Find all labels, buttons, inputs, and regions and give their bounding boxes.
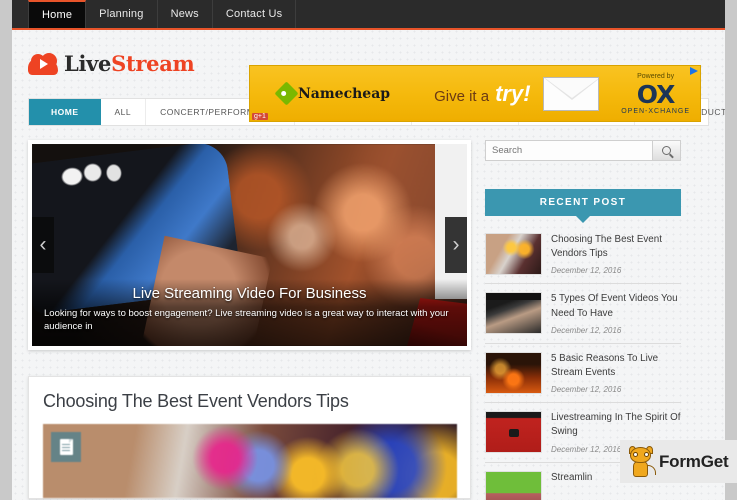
article-thumbnail: [43, 424, 457, 498]
slider-prev-glyph: ‹: [39, 233, 47, 256]
ad-network-badge: Powered by OX OPEN-XCHANGE: [621, 73, 690, 115]
post-body: 5 Types Of Event Videos You Need To Have…: [551, 292, 681, 334]
ad-network-name: OX: [636, 79, 676, 109]
formget-label: FormGet: [659, 451, 729, 471]
logo-text-stream: Stream: [111, 51, 195, 76]
post-thumbnail: [485, 233, 542, 275]
post-thumbnail: [485, 470, 542, 500]
topnav-label-home: Home: [42, 8, 73, 21]
topnav-item-home[interactable]: Home: [28, 0, 87, 28]
main-content: Live Streaming Video For Business Lookin…: [28, 140, 709, 500]
search-input[interactable]: [486, 141, 652, 160]
post-body: Choosing The Best Event Vendors Tips Dec…: [551, 233, 681, 275]
category-item-home[interactable]: HOME: [29, 99, 101, 125]
formget-watermark: FormGet: [620, 440, 737, 483]
ad-headline: Give it a try!: [434, 81, 530, 107]
list-item[interactable]: 5 Basic Reasons To Live Stream Events De…: [485, 344, 681, 404]
slider-next-arrow-icon[interactable]: ›: [445, 217, 467, 273]
search-box: [485, 140, 681, 161]
ad-advertiser-logo: Namecheap: [274, 81, 391, 106]
post-date: December 12, 2016: [551, 325, 622, 335]
category-item-all[interactable]: ALL: [101, 99, 147, 125]
screenshot-root: Home Planning News Contact Us LiveStream: [0, 0, 737, 500]
google-plus-one-button[interactable]: g+1: [252, 113, 268, 120]
topnav-item-contact-us[interactable]: Contact Us: [213, 0, 297, 28]
ad-network-subtitle: OPEN-XCHANGE: [621, 107, 690, 115]
post-body: 5 Basic Reasons To Live Stream Events De…: [551, 352, 681, 394]
slider-next-glyph: ›: [452, 233, 460, 256]
ad-choices-icon[interactable]: [690, 67, 698, 75]
post-date: December 12, 2016: [551, 385, 622, 395]
logo-text: LiveStream: [64, 51, 195, 77]
site-logo[interactable]: LiveStream: [28, 51, 195, 77]
document-icon: [59, 439, 73, 455]
topnav-label-news: News: [170, 7, 199, 20]
list-item[interactable]: 5 Types Of Event Videos You Need To Have…: [485, 284, 681, 344]
post-format-badge: [51, 432, 81, 462]
recent-post-label: RECENT POST: [539, 197, 627, 208]
cat-mascot-icon: [628, 445, 656, 477]
site-header: LiveStream Namecheap Give it a try! Powe…: [12, 30, 725, 122]
recent-post-widget-title: RECENT POST: [485, 189, 681, 216]
post-title[interactable]: Choosing The Best Event Vendors Tips: [551, 233, 681, 261]
slider-title: Live Streaming Video For Business: [132, 285, 367, 303]
search-icon: [662, 146, 671, 155]
namecheap-tag-icon: [274, 81, 299, 106]
topnav-item-news[interactable]: News: [158, 0, 213, 28]
topnav-label-contact-us: Contact Us: [225, 7, 283, 20]
featured-slider[interactable]: Live Streaming Video For Business Lookin…: [28, 140, 471, 350]
advertisement-banner[interactable]: Namecheap Give it a try! Powered by OX O…: [249, 65, 701, 122]
content-column: Live Streaming Video For Business Lookin…: [28, 140, 471, 500]
category-label-all: ALL: [114, 107, 132, 117]
post-thumbnail: [485, 351, 542, 394]
cloud-play-icon: [28, 52, 58, 75]
post-thumbnail: [485, 292, 542, 335]
post-title[interactable]: 5 Basic Reasons To Live Stream Events: [551, 352, 681, 380]
article-card[interactable]: Choosing The Best Event Vendors Tips: [28, 376, 471, 499]
top-navigation-bar: Home Planning News Contact Us: [12, 0, 725, 30]
post-title[interactable]: Livestreaming In The Spirit Of Swing: [551, 411, 681, 439]
logo-text-live: Live: [64, 51, 112, 76]
ad-headline-large: try!: [495, 80, 531, 106]
topnav-label-planning: Planning: [99, 7, 144, 20]
ad-powered-by-label: Powered by: [637, 72, 675, 80]
list-item[interactable]: Choosing The Best Event Vendors Tips Dec…: [485, 229, 681, 285]
category-label-home: HOME: [51, 107, 79, 117]
slider-prev-arrow-icon[interactable]: ‹: [32, 217, 54, 273]
slider-subtitle: Looking for ways to boost engagement? Li…: [44, 308, 449, 333]
envelope-icon: [542, 76, 599, 111]
post-thumbnail: [485, 411, 542, 454]
search-button[interactable]: [652, 141, 680, 160]
ad-advertiser-name: Namecheap: [298, 85, 391, 102]
topnav-item-planning[interactable]: Planning: [86, 0, 158, 28]
post-title[interactable]: 5 Types Of Event Videos You Need To Have: [551, 292, 681, 320]
ad-headline-small: Give it a: [434, 87, 490, 105]
post-date: December 12, 2016: [551, 266, 622, 276]
site-container: Home Planning News Contact Us LiveStream: [12, 0, 725, 500]
slider-caption: Live Streaming Video For Business Lookin…: [32, 279, 467, 346]
article-title[interactable]: Choosing The Best Event Vendors Tips: [43, 391, 456, 412]
